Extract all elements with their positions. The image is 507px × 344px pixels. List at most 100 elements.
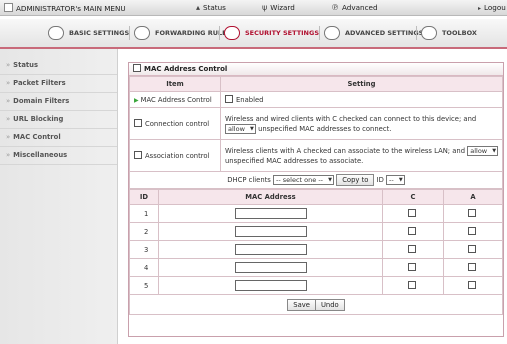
a-checkbox[interactable] — [467, 263, 476, 271]
sidebar-item-status[interactable]: » Status — [0, 57, 117, 75]
tab-label: SECURITY SETTINGS — [245, 29, 320, 37]
c-cell — [382, 258, 444, 277]
status-label: Status — [203, 3, 226, 12]
advanced-label: Advanced — [342, 3, 378, 12]
enabled-label: Enabled — [236, 96, 264, 104]
association-control-checkbox[interactable] — [134, 151, 142, 159]
mac-address-input[interactable] — [234, 208, 307, 219]
table-row: 3 — [129, 240, 503, 259]
admin-main-menu[interactable]: ADMINISTRATOR's MAIN MENU — [4, 3, 126, 13]
sidebar-item-label: URL Blocking — [13, 115, 64, 123]
security-settings-icon — [224, 26, 240, 40]
c-checkbox[interactable] — [407, 245, 416, 253]
mac-address-input[interactable] — [234, 226, 307, 237]
c-checkbox[interactable] — [407, 263, 416, 271]
dhcp-copy-row: DHCP clients -- select one -- Copy to ID… — [129, 171, 503, 189]
col-header-mac: MAC Address — [158, 189, 383, 205]
main-tab-bar: BASIC SETTINGS FORWARDING RULES SECURITY… — [0, 19, 507, 49]
table-row: 2 — [129, 222, 503, 241]
mac-cell — [158, 258, 383, 277]
table-row: 1 — [129, 204, 503, 223]
form-actions: Save Undo — [129, 294, 503, 315]
row-id: 4 — [129, 258, 159, 277]
tab-toolbox[interactable]: TOOLBOX — [421, 24, 477, 42]
panel-title: MAC Address Control — [129, 63, 503, 76]
tab-label: TOOLBOX — [442, 29, 477, 37]
c-cell — [382, 240, 444, 259]
mac-settings-table: Item Setting ▶ MAC Address Control Enable… — [129, 76, 503, 189]
chevron-right-icon: » — [6, 151, 11, 159]
a-cell — [443, 240, 503, 259]
sidebar-item-url-blocking[interactable]: » URL Blocking — [0, 111, 117, 129]
enabled-checkbox[interactable] — [225, 95, 233, 103]
advanced-settings-icon — [324, 26, 340, 40]
wizard-label: Wizard — [270, 3, 295, 12]
mac-cell — [158, 222, 383, 241]
save-button[interactable]: Save — [287, 298, 316, 311]
mac-control-label-cell: ▶ MAC Address Control — [129, 91, 221, 108]
chevron-right-icon: » — [6, 133, 11, 141]
mac-control-label: MAC Address Control — [140, 95, 212, 104]
table-row: 4 — [129, 258, 503, 277]
advanced-link[interactable]: ℗ Advanced — [331, 3, 378, 13]
association-text-1: Wireless clients with A checked can asso… — [225, 146, 466, 155]
association-policy-select[interactable]: allow — [467, 145, 499, 156]
a-checkbox[interactable] — [467, 245, 476, 253]
connection-text-1: Wireless and wired clients with C checke… — [225, 114, 477, 123]
basic-settings-icon — [48, 26, 64, 40]
sidebar-item-mac-control[interactable]: » MAC Control — [0, 129, 117, 147]
tab-security-settings[interactable]: SECURITY SETTINGS — [224, 24, 319, 42]
a-checkbox[interactable] — [467, 209, 476, 217]
mac-cell — [158, 276, 383, 295]
copy-to-button[interactable]: Copy to — [336, 174, 375, 186]
mac-address-input[interactable] — [234, 244, 307, 255]
a-cell — [443, 204, 503, 223]
connection-policy-select[interactable]: allow — [225, 123, 256, 134]
logout-link[interactable]: ▸ Logou — [478, 3, 506, 13]
top-menu-bar: ADMINISTRATOR's MAIN MENU ▴ Status ψ Wizar… — [0, 0, 507, 16]
c-checkbox[interactable] — [407, 227, 416, 235]
arrow-right-icon: ▸ — [478, 5, 482, 12]
menu-box-icon — [4, 3, 13, 12]
connection-control-label-cell: Connection control — [129, 107, 221, 140]
c-checkbox[interactable] — [407, 281, 416, 289]
logout-label: Logou — [484, 3, 506, 12]
sidebar-item-packet-filters[interactable]: » Packet Filters — [0, 75, 117, 93]
row-id: 2 — [129, 222, 159, 241]
connection-control-setting-cell: Wireless and wired clients with C checke… — [220, 107, 503, 140]
id-select[interactable]: -- — [386, 175, 405, 185]
c-checkbox[interactable] — [407, 209, 416, 217]
mac-address-input[interactable] — [234, 262, 307, 273]
association-control-setting-cell: Wireless clients with A checked can asso… — [220, 139, 503, 172]
sidebar-item-domain-filters[interactable]: » Domain Filters — [0, 93, 117, 111]
col-header-setting: Setting — [220, 76, 503, 92]
connection-control-checkbox[interactable] — [134, 119, 142, 127]
chevron-right-icon: » — [6, 61, 11, 69]
a-cell — [443, 276, 503, 295]
col-header-a: A — [443, 189, 503, 205]
connection-text-2: unspecified MAC addresses to connect. — [258, 124, 392, 133]
tab-divider — [219, 26, 220, 40]
tab-basic-settings[interactable]: BASIC SETTINGS — [48, 24, 129, 42]
a-checkbox[interactable] — [467, 281, 476, 289]
sidebar-item-miscellaneous[interactable]: » Miscellaneous — [0, 147, 117, 165]
association-control-label-cell: Association control — [129, 139, 221, 172]
mac-control-setting-cell: Enabled — [220, 91, 503, 108]
row-id: 1 — [129, 204, 159, 223]
wizard-link[interactable]: ψ Wizard — [262, 3, 295, 13]
tab-forwarding-rules[interactable]: FORWARDING RULES — [134, 24, 231, 42]
tab-advanced-settings[interactable]: ADVANCED SETTINGS — [324, 24, 423, 42]
collapse-box-icon[interactable] — [133, 64, 141, 72]
admin-title: ADMINISTRATOR's MAIN MENU — [16, 4, 126, 13]
c-cell — [382, 222, 444, 241]
undo-button[interactable]: Undo — [314, 298, 345, 311]
status-link[interactable]: ▴ Status — [196, 3, 226, 13]
a-checkbox[interactable] — [467, 227, 476, 235]
a-cell — [443, 222, 503, 241]
mac-address-input[interactable] — [234, 280, 307, 291]
forwarding-rules-icon — [134, 26, 150, 40]
tab-divider — [129, 26, 130, 40]
dhcp-client-select[interactable]: -- select one -- — [273, 175, 335, 185]
tab-label: ADVANCED SETTINGS — [345, 29, 424, 37]
